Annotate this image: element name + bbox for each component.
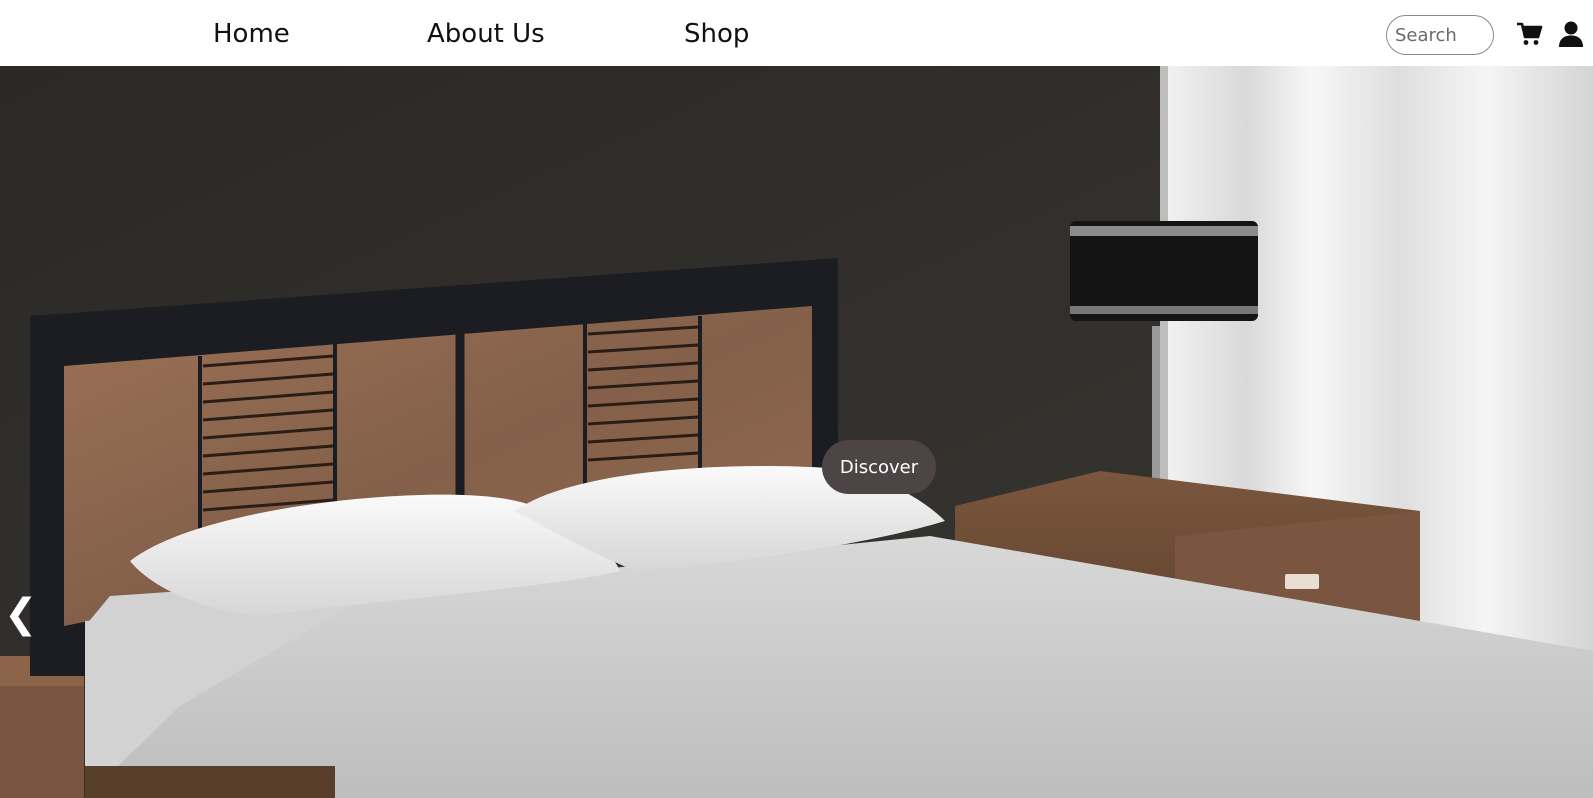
nav-shop-link[interactable]: Shop <box>684 16 749 52</box>
cart-button[interactable] <box>1515 20 1543 48</box>
user-account-button[interactable] <box>1558 20 1586 48</box>
shopping-cart-icon <box>1517 22 1543 45</box>
hero-carousel: ❮ <box>0 66 1593 798</box>
discover-button[interactable]: Discover <box>822 440 936 494</box>
search-input[interactable] <box>1386 15 1494 55</box>
carousel-prev-button[interactable]: ❮ <box>4 592 38 636</box>
user-account-icon <box>1559 21 1583 47</box>
nav-home-link[interactable]: Home <box>213 16 290 52</box>
hero-bedroom-image <box>0 66 1593 798</box>
nav-about-link[interactable]: About Us <box>427 16 545 52</box>
top-navbar: Home About Us Shop <box>0 0 1593 66</box>
